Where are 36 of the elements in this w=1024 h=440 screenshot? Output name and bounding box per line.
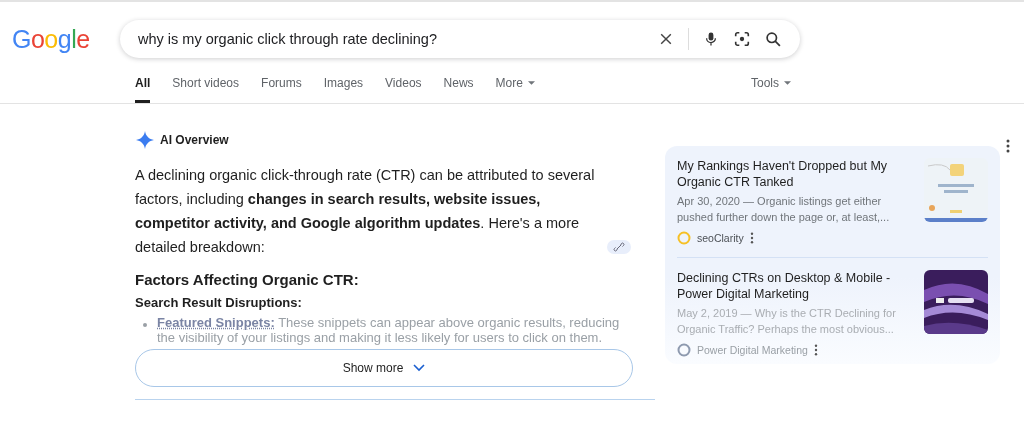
search-tab[interactable]: Short videos [172, 76, 240, 103]
search-field[interactable]: why is my organic click through rate declining? [120, 20, 800, 58]
search-icon[interactable] [765, 30, 782, 48]
more-options-icon[interactable] [1006, 139, 1010, 153]
search-tab[interactable]: Forums [261, 76, 302, 103]
site-icon [677, 343, 691, 357]
search-tab[interactable]: More [495, 76, 535, 103]
more-options-icon[interactable] [749, 232, 754, 244]
site-name: seoClarity [697, 232, 744, 244]
search-tab[interactable]: News [443, 76, 474, 103]
source-title[interactable]: My Rankings Haven't Dropped but My Organic CTR Tanked [677, 158, 914, 190]
camera-icon[interactable] [733, 30, 751, 48]
bullet-text: Featured Snippets: These snippets can appear above organic results, reducing the visibility of your listings and making it less likely for users to click on them. [157, 315, 621, 345]
overview-paragraph: A declining organic click-through rate (CTR) can be attributed to several factors, including changes in search results, website issues, competitor activity, and Google algorithm updates. Here's a more detailed breakdown: [135, 166, 596, 257]
more-options-icon[interactable] [813, 344, 818, 356]
subsection-heading: Search Result Disruptions: [135, 295, 303, 310]
source-snippet: Apr 30, 2020 — Organic listings get either pushed further down the page or, at least,... [677, 194, 891, 225]
caret-icon [784, 81, 791, 85]
microphone-icon[interactable] [703, 30, 719, 48]
site-icon [677, 231, 691, 245]
google-logo[interactable]: Google [12, 24, 120, 54]
search-tab[interactable]: All [135, 76, 151, 103]
search-tab[interactable]: Videos [385, 76, 422, 103]
close-icon[interactable] [658, 31, 674, 47]
search-tab[interactable]: Images [323, 76, 364, 103]
tools-tab[interactable]: Tools [751, 76, 791, 103]
link-icon[interactable] [607, 240, 631, 254]
section-heading: Factors Affecting Organic CTR: [135, 271, 360, 288]
bullet-icon [143, 323, 147, 327]
source-title[interactable]: Declining CTRs on Desktop & Mobile - Power Digital Marketing [677, 270, 914, 302]
overview-title: AI Overview [160, 133, 229, 147]
chevron-down-icon [413, 364, 426, 372]
show-more-button[interactable]: Show more [135, 349, 633, 387]
sparkle-icon [136, 131, 154, 149]
site-name: Power Digital Marketing [697, 344, 808, 356]
source-snippet: May 2, 2019 — Why is the CTR Declining for Organic Traffic? Perhaps the most obvious... [677, 306, 897, 337]
